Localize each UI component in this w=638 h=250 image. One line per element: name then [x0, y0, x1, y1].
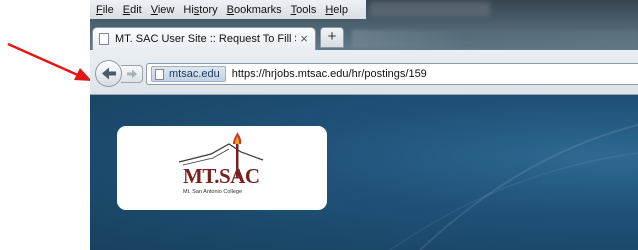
url-text[interactable]: https://hrjobs.mtsac.edu/hr/postings/159	[232, 68, 427, 80]
browser-window: File Edit View History Bookmarks Tools H…	[90, 0, 638, 250]
menu-bookmarks[interactable]: Bookmarks	[227, 4, 282, 16]
blurred-region	[370, 2, 490, 16]
menu-bar: File Edit View History Bookmarks Tools H…	[90, 0, 366, 19]
menu-edit[interactable]: Edit	[123, 4, 142, 16]
menu-help[interactable]: Help	[325, 4, 348, 16]
logo-wordmark: MT.SAC	[183, 164, 260, 188]
close-icon[interactable]: ×	[296, 31, 312, 47]
menu-file[interactable]: File	[96, 4, 114, 16]
arrow-right-icon	[126, 69, 137, 79]
forward-button[interactable]	[121, 65, 143, 83]
arrow-left-icon	[101, 67, 116, 80]
menu-history[interactable]: History	[183, 4, 217, 16]
page-icon	[155, 68, 164, 80]
navigation-toolbar: mtsac.edu https://hrjobs.mtsac.edu/hr/po…	[90, 50, 638, 95]
blurred-tabs	[352, 30, 638, 48]
menu-view[interactable]: View	[151, 4, 175, 16]
page-icon	[99, 33, 109, 45]
logo-subtitle: Mt. San Antonio College	[183, 189, 243, 195]
new-tab-button[interactable]: +	[320, 27, 344, 48]
back-button[interactable]	[95, 60, 122, 87]
address-bar[interactable]: mtsac.edu https://hrjobs.mtsac.edu/hr/po…	[146, 63, 638, 85]
tab-active[interactable]: MT. SAC User Site :: Request To Fill Sho…	[92, 27, 316, 50]
logo-card[interactable]: MT.SAC Mt. San Antonio College	[117, 126, 327, 210]
tab-title: MT. SAC User Site :: Request To Fill Sho…	[115, 33, 296, 45]
menu-tools[interactable]: Tools	[291, 4, 317, 16]
site-identity-button[interactable]: mtsac.edu	[151, 66, 226, 82]
page-content: MT.SAC Mt. San Antonio College	[90, 95, 638, 250]
site-domain: mtsac.edu	[169, 68, 220, 80]
title-bar: File Edit View History Bookmarks Tools H…	[90, 0, 638, 50]
